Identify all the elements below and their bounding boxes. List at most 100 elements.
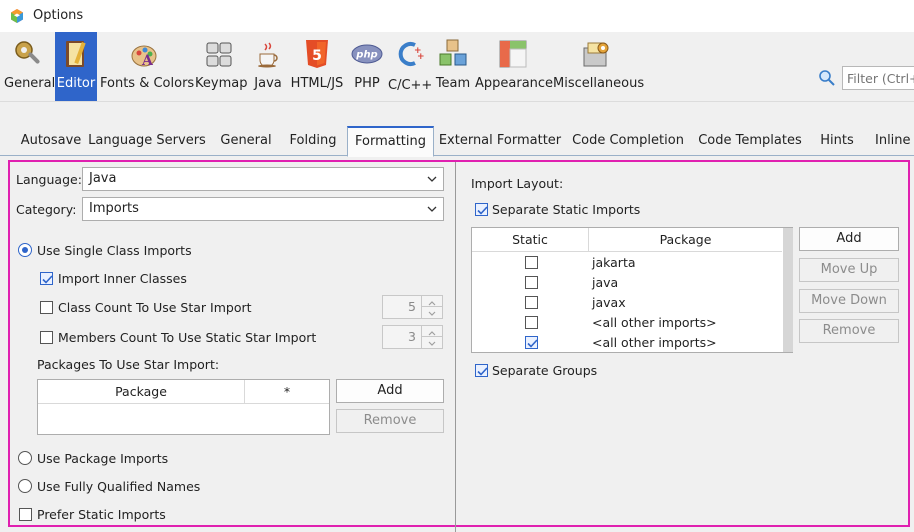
misc-box-icon bbox=[583, 42, 609, 67]
keyboard-icon bbox=[206, 42, 232, 67]
use-single-class-imports-label: Use Single Class Imports bbox=[37, 243, 192, 258]
category-java[interactable]: Java bbox=[250, 32, 286, 101]
use-fully-qualified-radio[interactable] bbox=[18, 479, 32, 493]
spinner-up-button[interactable] bbox=[422, 326, 442, 337]
team-cubes-icon bbox=[439, 39, 467, 66]
tab-code-completion[interactable]: Code Completion bbox=[568, 126, 688, 156]
tab-general[interactable]: General bbox=[212, 126, 280, 156]
row-static-checkbox[interactable] bbox=[525, 316, 538, 329]
column-header-star[interactable]: * bbox=[245, 380, 329, 403]
class-count-star-checkbox[interactable] bbox=[40, 301, 53, 314]
category-editor[interactable]: Editor bbox=[55, 32, 97, 101]
svg-text:5: 5 bbox=[312, 48, 322, 64]
class-count-star-label: Class Count To Use Star Import bbox=[58, 300, 252, 315]
category-fonts-colors[interactable]: A Fonts & Colors bbox=[100, 32, 194, 101]
table-header: Package * bbox=[38, 380, 329, 404]
layout-remove-button[interactable]: Remove bbox=[799, 319, 899, 343]
packages-add-button[interactable]: Add bbox=[336, 379, 444, 403]
row-package: javax bbox=[592, 295, 626, 310]
table-row[interactable]: jakarta bbox=[472, 253, 782, 273]
tab-external-formatter[interactable]: External Formatter bbox=[436, 126, 564, 156]
category-team[interactable]: Team bbox=[434, 32, 472, 101]
separate-static-imports-checkbox[interactable] bbox=[475, 203, 488, 216]
appearance-layout-icon bbox=[499, 40, 526, 68]
checkmark-icon bbox=[527, 339, 538, 348]
filter-search bbox=[818, 66, 914, 90]
layout-add-button[interactable]: Add bbox=[799, 227, 899, 251]
column-header-package[interactable]: Package bbox=[589, 228, 782, 251]
tab-inline-hints[interactable]: Inline Hints bbox=[866, 126, 914, 156]
column-header-static[interactable]: Static bbox=[472, 228, 589, 251]
java-cup-icon bbox=[258, 42, 278, 68]
table-row[interactable]: <all other imports> bbox=[472, 333, 782, 353]
filter-input[interactable] bbox=[842, 66, 914, 90]
import-layout-table[interactable]: Static Package jakarta java javax <all o… bbox=[471, 227, 793, 353]
members-count-static-star-label: Members Count To Use Static Star Import bbox=[58, 330, 317, 345]
members-count-spinner[interactable]: 3 bbox=[382, 325, 443, 349]
search-icon bbox=[819, 70, 835, 86]
table-header: Static Package bbox=[472, 228, 782, 252]
row-static-checkbox[interactable] bbox=[525, 256, 538, 269]
class-count-spinner[interactable]: 5 bbox=[382, 295, 443, 319]
row-static-checkbox[interactable] bbox=[525, 336, 538, 349]
separate-groups-checkbox[interactable] bbox=[475, 364, 488, 377]
category-appearance[interactable]: Appearance bbox=[475, 32, 553, 101]
tab-folding[interactable]: Folding bbox=[281, 126, 345, 156]
table-row[interactable]: <all other imports> bbox=[472, 313, 782, 333]
move-up-button[interactable]: Move Up bbox=[799, 258, 899, 282]
table-scrollbar[interactable] bbox=[783, 228, 793, 352]
tab-hints[interactable]: Hints bbox=[812, 126, 862, 156]
use-package-imports-radio[interactable] bbox=[18, 451, 32, 465]
checkmark-icon bbox=[42, 275, 53, 284]
packages-remove-button[interactable]: Remove bbox=[336, 409, 444, 433]
use-single-class-imports-radio[interactable] bbox=[18, 243, 32, 257]
row-package: <all other imports> bbox=[592, 335, 717, 350]
title-bar: Options bbox=[0, 0, 914, 32]
tab-language-servers[interactable]: Language Servers bbox=[84, 126, 210, 156]
window-title: Options bbox=[33, 8, 84, 23]
import-inner-classes-checkbox[interactable] bbox=[40, 272, 53, 285]
move-down-button[interactable]: Move Down bbox=[799, 289, 899, 313]
tab-formatting[interactable]: Formatting bbox=[347, 126, 434, 157]
category-label: Category: bbox=[16, 202, 77, 217]
editor-tabs: Autosave Language Servers General Foldin… bbox=[0, 126, 914, 157]
palette-letter-icon: A bbox=[131, 45, 157, 69]
prefer-static-imports-checkbox[interactable] bbox=[19, 508, 32, 521]
language-select[interactable]: Java bbox=[82, 167, 444, 191]
category-toolbar: General Editor A Fonts & Colors Keymap J… bbox=[0, 32, 914, 102]
category-general[interactable]: General bbox=[4, 32, 55, 101]
cpp-icon: + + bbox=[398, 42, 425, 66]
separate-groups-label: Separate Groups bbox=[492, 363, 598, 378]
prefer-static-imports-label: Prefer Static Imports bbox=[37, 507, 166, 522]
category-miscellaneous[interactable]: Miscellaneous bbox=[553, 32, 644, 101]
tab-autosave[interactable]: Autosave bbox=[8, 126, 94, 156]
packages-star-table[interactable]: Package * bbox=[37, 379, 330, 435]
category-keymap[interactable]: Keymap bbox=[195, 32, 247, 101]
import-layout-label: Import Layout: bbox=[471, 176, 564, 191]
spinner-down-button[interactable] bbox=[422, 307, 442, 318]
members-count-static-star-checkbox[interactable] bbox=[40, 331, 53, 344]
html5-icon: 5 bbox=[306, 40, 328, 68]
use-package-imports-label: Use Package Imports bbox=[37, 451, 169, 466]
svg-text:php: php bbox=[355, 50, 377, 61]
row-static-checkbox[interactable] bbox=[525, 296, 538, 309]
php-icon: php bbox=[351, 44, 383, 64]
use-fully-qualified-label: Use Fully Qualified Names bbox=[37, 479, 201, 494]
column-header-package[interactable]: Package bbox=[38, 380, 245, 403]
svg-text:A: A bbox=[141, 53, 154, 69]
table-row[interactable]: java bbox=[472, 273, 782, 293]
tab-code-templates[interactable]: Code Templates bbox=[692, 126, 808, 156]
table-row[interactable]: javax bbox=[472, 293, 782, 313]
spinner-down-button[interactable] bbox=[422, 337, 442, 348]
gear-wrench-icon bbox=[15, 41, 40, 64]
category-c-cpp[interactable]: + + C/C++ bbox=[388, 32, 432, 101]
row-package: <all other imports> bbox=[592, 315, 717, 330]
packages-star-label: Packages To Use Star Import: bbox=[37, 357, 220, 372]
row-static-checkbox[interactable] bbox=[525, 276, 538, 289]
category-html-js[interactable]: 5 HTML/JS bbox=[290, 32, 344, 101]
separate-static-imports-label: Separate Static Imports bbox=[492, 202, 641, 217]
spinner-up-button[interactable] bbox=[422, 296, 442, 307]
category-php[interactable]: php PHP bbox=[349, 32, 385, 101]
category-select[interactable]: Imports bbox=[82, 197, 444, 221]
row-package: jakarta bbox=[592, 255, 636, 270]
